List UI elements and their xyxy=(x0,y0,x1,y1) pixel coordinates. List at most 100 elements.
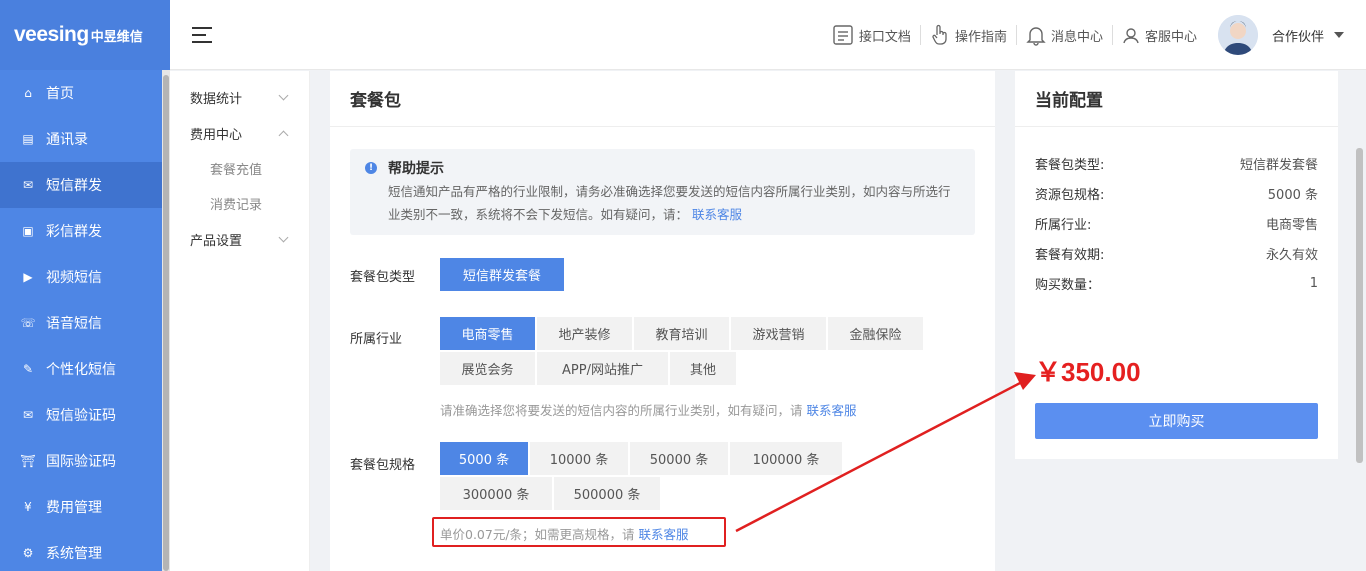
industry-option[interactable]: 地产装修 xyxy=(537,317,632,350)
sidebar-item-label: 彩信群发 xyxy=(46,224,102,240)
voice-sms-icon: ☏ xyxy=(20,316,36,330)
config-key: 资源包规格: xyxy=(1035,187,1105,203)
config-value: 短信群发套餐 xyxy=(1239,157,1318,173)
sidebar-item[interactable]: ⛩ 国际验证码 xyxy=(0,438,170,484)
spec-option[interactable]: 10000 条 xyxy=(530,442,628,475)
sidebar-item[interactable]: ⌂ 首页 xyxy=(0,70,170,116)
top-header: 接口文档 操作指南 消息中心 客服中心 合作伙伴 xyxy=(170,0,1366,70)
nav-messages-label: 消息中心 xyxy=(1050,29,1103,45)
api-doc-icon xyxy=(833,25,853,45)
help-tip: ! 帮助提示 短信通知产品有严格的行业限制，请务必准确选择您要发送的短信内容所属… xyxy=(350,149,975,235)
industry-option[interactable]: 其他 xyxy=(670,352,736,385)
sidebar-item[interactable]: ✉ 短信验证码 xyxy=(0,392,170,438)
nav-guide[interactable]: 操作指南 xyxy=(921,24,1017,45)
submenu-consumption-records[interactable]: 消费记录 xyxy=(170,186,309,221)
user-name[interactable]: 合作伙伴 xyxy=(1272,26,1324,45)
sidebar-item[interactable]: ☏ 语音短信 xyxy=(0,300,170,346)
package-type-option[interactable]: 短信群发套餐 xyxy=(440,258,564,291)
sidebar-item-label: 短信群发 xyxy=(46,178,102,194)
spec-option[interactable]: 300000 条 xyxy=(440,477,552,510)
config-title: 当前配置 xyxy=(1015,71,1338,127)
industry-option[interactable]: 金融保险 xyxy=(828,317,923,350)
help-tip-text: 短信通知产品有严格的行业限制，请务必准确选择您要发送的短信内容所属行业类别，如内… xyxy=(388,184,951,222)
help-tip-body: 短信通知产品有严格的行业限制，请务必准确选择您要发送的短信内容所属行业类别，如内… xyxy=(388,180,959,226)
home-icon: ⌂ xyxy=(24,86,32,100)
customer-service-icon xyxy=(1123,28,1139,44)
sidebar-item-label: 国际验证码 xyxy=(46,454,116,470)
config-rows: 套餐包类型: 短信群发套餐 资源包规格: 5000 条所属行业: 电商零售 套餐有效期: 永… xyxy=(1015,148,1338,298)
submenu-package-recharge[interactable]: 套餐充值 xyxy=(170,151,309,186)
nav-messages[interactable]: 消息中心 xyxy=(1017,25,1113,46)
nav-customer-service[interactable]: 客服中心 xyxy=(1113,25,1206,45)
spec-option[interactable]: 500000 条 xyxy=(554,477,660,510)
config-value: 永久有效 xyxy=(1265,247,1318,263)
config-key: 套餐有效期: xyxy=(1035,247,1105,263)
config-value: 电商零售 xyxy=(1265,217,1318,233)
nav-api-docs-label: 接口文档 xyxy=(858,29,911,45)
industry-option[interactable]: 游戏营销 xyxy=(731,317,826,350)
nav-guide-label: 操作指南 xyxy=(954,29,1007,45)
sidebar: veesing 中昱维信 ⌂ 首页 ▤ 通讯录 ✉ 短信群发 ▣ 彩信群发 ▶ 视频短信 ☏ 语音短信… xyxy=(0,0,170,571)
contact-support-link[interactable]: 联系客服 xyxy=(692,207,742,222)
industry-label: 所属行业 xyxy=(350,332,403,347)
spec-option[interactable]: 5000 条 xyxy=(440,442,528,475)
config-row: 套餐有效期: 永久有效 xyxy=(1015,238,1338,268)
secondary-menu: 数据统计 费用中心 套餐充值 消费记录 产品设置 xyxy=(170,71,310,571)
logo-text: veesing xyxy=(14,23,89,46)
logo[interactable]: veesing 中昱维信 xyxy=(0,0,170,70)
menu-toggle-icon[interactable] xyxy=(192,26,212,43)
logo-cn: 中昱维信 xyxy=(90,29,143,45)
submenu-billing-center-label: 费用中心 xyxy=(190,127,243,143)
industry-hint-text: 请准确选择您将要发送的短信内容的所属行业类别，如有疑问，请 xyxy=(440,403,803,418)
spec-label: 套餐包规格 xyxy=(350,458,416,473)
avatar-image xyxy=(1217,15,1258,55)
sidebar-item-label: 视频短信 xyxy=(46,270,102,286)
sidebar-item-label: 系统管理 xyxy=(46,546,102,562)
config-row: 套餐包类型: 短信群发套餐 xyxy=(1015,148,1338,178)
personalized-sms-icon: ✎ xyxy=(22,362,34,376)
submenu-data-stats-label: 数据统计 xyxy=(190,91,243,107)
industry-option[interactable]: 教育培训 xyxy=(634,317,729,350)
sidebar-item[interactable]: ▶ 视频短信 xyxy=(0,254,170,300)
config-key: 套餐包类型: xyxy=(1035,157,1105,173)
industry-contact-link[interactable]: 联系客服 xyxy=(807,403,857,418)
page-title: 套餐包 xyxy=(330,71,995,127)
avatar[interactable] xyxy=(1217,15,1258,55)
submenu-billing-center[interactable]: 费用中心 xyxy=(170,115,309,151)
config-row: 资源包规格: 5000 条 xyxy=(1015,178,1338,208)
video-sms-icon: ▶ xyxy=(23,270,33,284)
spec-option[interactable]: 50000 条 xyxy=(630,442,728,475)
submenu-data-stats[interactable]: 数据统计 xyxy=(170,79,309,115)
caret-down-icon[interactable] xyxy=(1334,32,1344,38)
sidebar-item[interactable]: ¥ 费用管理 xyxy=(0,484,170,530)
package-panel: 套餐包 ! 帮助提示 短信通知产品有严格的行业限制，请务必准确选择您要发送的短信… xyxy=(330,71,995,571)
sidebar-item-label: 个性化短信 xyxy=(46,362,116,378)
sidebar-item[interactable]: ✎ 个性化短信 xyxy=(0,346,170,392)
nav-api-docs[interactable]: 接口文档 xyxy=(823,25,921,45)
industry-option[interactable]: 电商零售 xyxy=(440,317,535,350)
config-key: 购买数量： xyxy=(1035,277,1101,293)
current-config-panel: 当前配置 套餐包类型: 短信群发套餐 资源包规格: 5000 条所属行业: 电商零售 套餐… xyxy=(1015,71,1338,459)
chevron-down-icon xyxy=(278,90,289,100)
buy-now-button[interactable]: 立即购买 xyxy=(1035,403,1318,439)
sms-code-icon: ✉ xyxy=(22,408,34,422)
sidebar-item-label: 语音短信 xyxy=(46,316,102,332)
spec-option[interactable]: 100000 条 xyxy=(730,442,842,475)
help-tip-title: 帮助提示 xyxy=(388,161,444,177)
hand-pointer-icon xyxy=(932,24,947,45)
sidebar-item[interactable]: ✉ 短信群发 xyxy=(0,162,170,208)
sidebar-item[interactable]: ▣ 彩信群发 xyxy=(0,208,170,254)
submenu-product-settings[interactable]: 产品设置 xyxy=(170,221,309,257)
sidebar-item-label: 短信验证码 xyxy=(46,408,116,424)
total-price: ￥350.00 xyxy=(1035,357,1141,387)
yen-icon: ¥ xyxy=(24,500,32,514)
industry-option[interactable]: APP/网站推广 xyxy=(537,352,668,385)
sidebar-item[interactable]: ▤ 通讯录 xyxy=(0,116,170,162)
page-scrollbar[interactable] xyxy=(1356,148,1363,463)
config-value: 5000 条 xyxy=(1267,187,1318,203)
intl-code-icon: ⛩ xyxy=(20,454,36,468)
industry-option[interactable]: 展览会务 xyxy=(440,352,535,385)
sidebar-scrollbar[interactable] xyxy=(163,75,169,571)
sidebar-item-label: 通讯录 xyxy=(46,132,88,148)
sidebar-item[interactable]: ⚙ 系统管理 xyxy=(0,530,170,571)
